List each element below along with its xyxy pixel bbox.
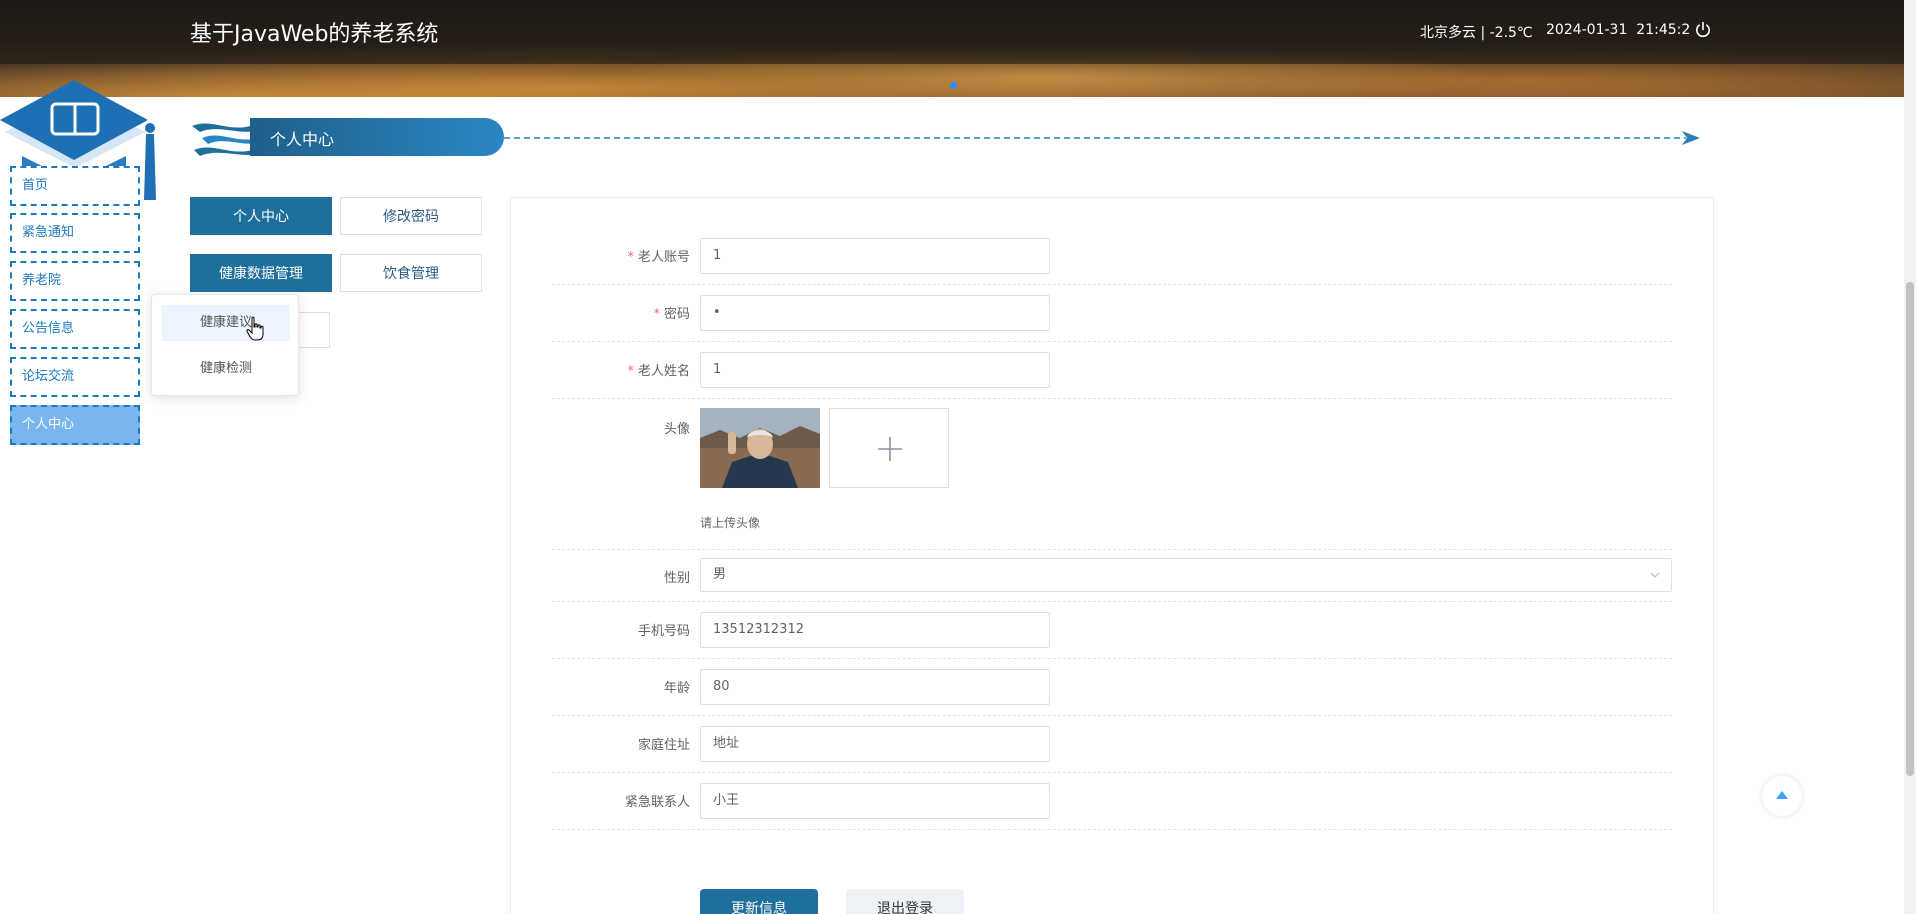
back-to-top-button[interactable] (1762, 776, 1802, 816)
section-title: 个人中心 (270, 130, 335, 149)
scrollbar-thumb[interactable] (1906, 282, 1914, 776)
dropdown-item-health-check[interactable]: 健康检测 (162, 351, 290, 387)
phone-label: 手机号码 (637, 624, 690, 639)
row-divider (552, 341, 1672, 342)
row-divider (552, 829, 1672, 830)
sidebar-item-forum[interactable]: 论坛交流 (10, 357, 140, 397)
header-banner: 基于JavaWeb的养老系统 北京多云 | -2.5℃ 2024-01-31 2… (0, 0, 1904, 97)
required-mark: * (627, 364, 634, 379)
row-divider (552, 715, 1672, 716)
page-scrollbar[interactable] (1904, 0, 1916, 914)
update-info-button[interactable]: 更新信息 (700, 889, 818, 914)
sidebar-item-nursing-home[interactable]: 养老院 (10, 261, 140, 301)
dropdown-item-health-advice[interactable]: 健康建议 (162, 305, 290, 341)
required-mark: * (627, 250, 634, 265)
sidebar-item-personal-center[interactable]: 个人中心 (10, 405, 140, 445)
account-label: * 老人账号 (627, 250, 690, 265)
caret-up-icon (1776, 791, 1788, 799)
avatar-label: 头像 (663, 422, 690, 437)
row-divider (552, 398, 1672, 399)
gender-value: 男 (713, 567, 727, 582)
chevron-down-icon (1650, 572, 1660, 578)
avatar-upload-button[interactable] (829, 408, 949, 488)
datetime: 2024-01-31 21:45:2 (1546, 22, 1690, 38)
row-divider (552, 284, 1672, 285)
row-divider (552, 601, 1672, 602)
weather-info: 北京多云 | -2.5℃ (1420, 25, 1533, 41)
avatar-image (700, 408, 820, 488)
row-divider (552, 549, 1672, 550)
site-title: 基于JavaWeb的养老系统 (190, 22, 439, 47)
section-banner: 个人中心 (190, 118, 1710, 158)
emergency-contact-input[interactable]: 小王 (700, 783, 1050, 819)
gender-label: 性别 (663, 571, 690, 586)
row-divider (552, 658, 1672, 659)
account-input[interactable]: 1 (700, 238, 1050, 274)
age-input[interactable]: 80 (700, 669, 1050, 705)
tab-change-password[interactable]: 修改密码 (340, 197, 482, 235)
logout-button[interactable]: 退出登录 (846, 889, 964, 914)
tab-health-data[interactable]: 健康数据管理 (190, 254, 332, 292)
gender-select[interactable]: 男 (700, 558, 1672, 592)
plus-icon (878, 437, 902, 461)
emergency-contact-label: 紧急联系人 (624, 795, 690, 810)
address-label: 家庭住址 (637, 738, 690, 753)
phone-input[interactable]: 13512312312 (700, 612, 1050, 648)
health-data-dropdown: 健康建议 健康检测 (151, 294, 299, 396)
current-time: 21:45:2 (1636, 22, 1691, 38)
password-label: * 密码 (653, 307, 690, 322)
tab-diet[interactable]: 饮食管理 (340, 254, 482, 292)
elder-name-input[interactable]: 1 (700, 352, 1050, 388)
hand-cursor-icon (246, 316, 264, 341)
tab-personal-center[interactable]: 个人中心 (190, 197, 332, 235)
hidden-tab[interactable] (294, 312, 330, 348)
elder-name-label: * 老人姓名 (627, 364, 690, 379)
row-divider (552, 772, 1672, 773)
avatar-upload-hint: 请上传头像 (700, 516, 761, 530)
power-icon[interactable] (1694, 21, 1712, 39)
profile-form-panel (510, 197, 1714, 914)
age-label: 年龄 (663, 681, 690, 696)
dashed-arrow-icon (504, 131, 1700, 145)
current-date: 2024-01-31 (1546, 22, 1628, 38)
required-mark: * (653, 307, 660, 322)
sidebar-item-emergency-notice[interactable]: 紧急通知 (10, 213, 140, 253)
address-input[interactable]: 地址 (700, 726, 1050, 762)
sidebar-item-announcements[interactable]: 公告信息 (10, 309, 140, 349)
sidebar-item-home[interactable]: 首页 (10, 166, 140, 206)
password-input[interactable]: • (700, 295, 1050, 331)
carousel-indicator[interactable] (950, 82, 957, 89)
